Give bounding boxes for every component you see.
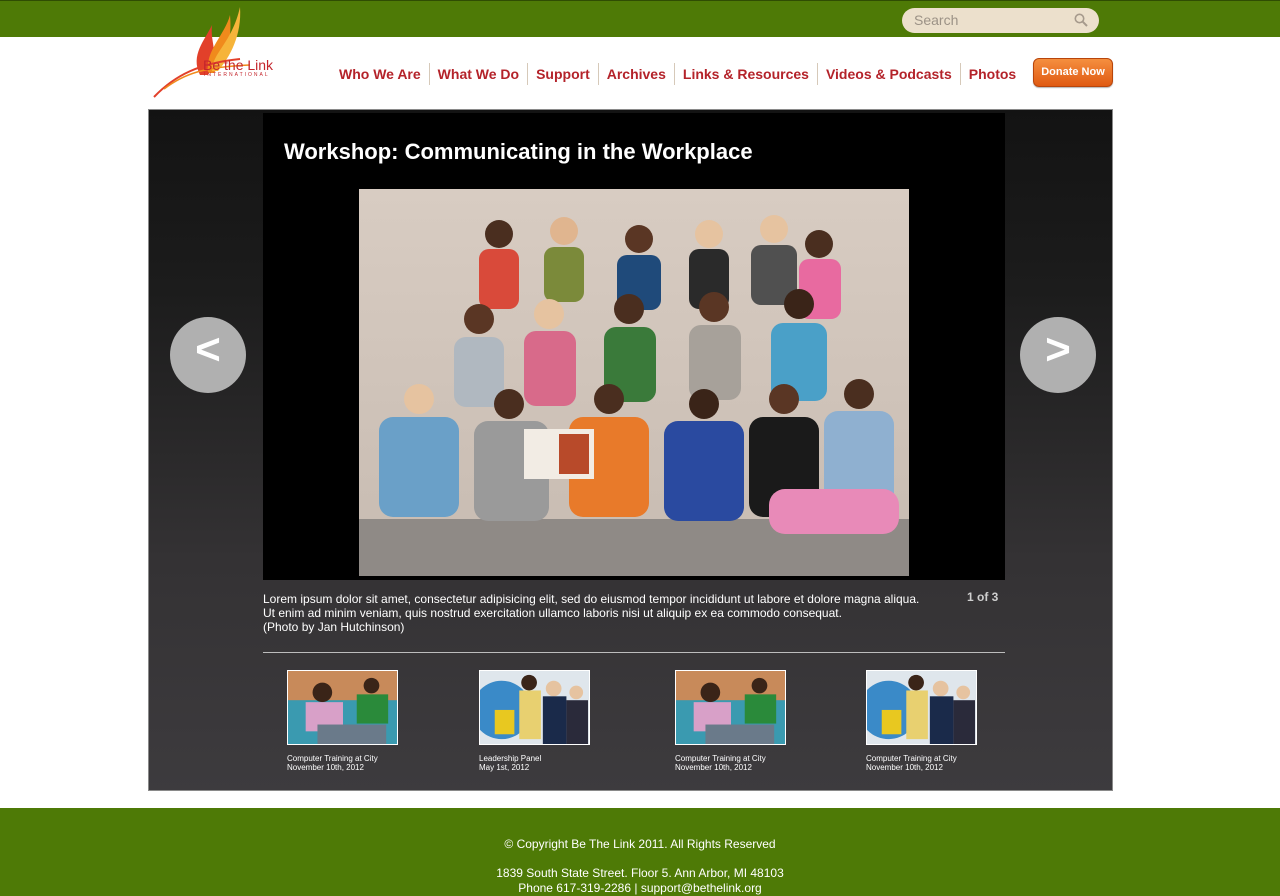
footer: © Copyright Be The Link 2011. All Rights… [0,808,1280,896]
thumbnail-title: Computer Training at City [866,754,957,763]
photo-gallery: Workshop: Communicating in the Workplace [148,109,1113,791]
thumbnail-title: Computer Training at City [287,754,378,763]
thumbnail-title: Computer Training at City [675,754,766,763]
thumbnail-date: November 10th, 2012 [866,763,943,772]
next-slide-button[interactable]: > [1020,317,1096,393]
thumbnail-date: November 10th, 2012 [287,763,364,772]
thumbnail-item[interactable]: Computer Training at City November 10th,… [287,670,398,772]
thumbnail-image[interactable] [472,670,590,745]
nav-who-we-are[interactable]: Who We Are [331,63,430,85]
nav-videos-podcasts[interactable]: Videos & Podcasts [818,63,961,85]
slide-counter: 1 of 3 [967,590,999,604]
thumbnail-item[interactable]: Computer Training at City November 10th,… [675,670,786,772]
search-input[interactable] [914,11,1064,29]
thumbnail-item[interactable]: Leadership Panel May 1st, 2012 [472,670,590,772]
footer-address: 1839 South State Street. Floor 5. Ann Ar… [496,866,784,880]
nav-links-resources[interactable]: Links & Resources [675,63,818,85]
nav-archives[interactable]: Archives [599,63,675,85]
thumbnail-item[interactable]: Computer Training at City November 10th,… [859,670,977,772]
main-nav: Who We Are What We Do Support Archives L… [331,60,1024,88]
caption-credit: (Photo by Jan Hutchinson) [263,620,405,634]
nav-support[interactable]: Support [528,63,599,85]
thumbnail-image[interactable] [287,670,398,745]
thumbnail-title: Leadership Panel [479,754,542,763]
thumbnail-image[interactable] [675,670,786,745]
footer-contact: Phone 617-319-2286 | support@bethelink.o… [518,881,762,895]
slide-viewer: Workshop: Communicating in the Workplace [263,113,1005,580]
logo-text: Be the Link [203,57,274,73]
nav-what-we-do[interactable]: What We Do [430,63,529,85]
logo-subtext: INTERNATIONAL [204,72,270,78]
donate-button[interactable]: Donate Now [1033,58,1113,87]
flame-logo-icon[interactable] [150,5,285,100]
thumbnail-date: May 1st, 2012 [479,763,530,772]
group-photo [359,189,909,576]
search-icon[interactable] [1074,13,1088,27]
thumbnail-date: November 10th, 2012 [675,763,752,772]
caption-line-1: Lorem ipsum dolor sit amet, consectetur … [263,592,920,606]
divider [263,652,1005,653]
nav-photos[interactable]: Photos [961,63,1024,85]
thumbnail-image[interactable] [859,670,977,745]
caption-line-2: Ut enim ad minim veniam, quis nostrud ex… [263,606,842,620]
previous-slide-button[interactable]: < [170,317,246,393]
search-box[interactable] [902,8,1099,33]
slide-caption: Lorem ipsum dolor sit amet, consectetur … [263,592,923,634]
footer-copyright: © Copyright Be The Link 2011. All Rights… [504,837,776,851]
slide-title: Workshop: Communicating in the Workplace [284,139,753,164]
